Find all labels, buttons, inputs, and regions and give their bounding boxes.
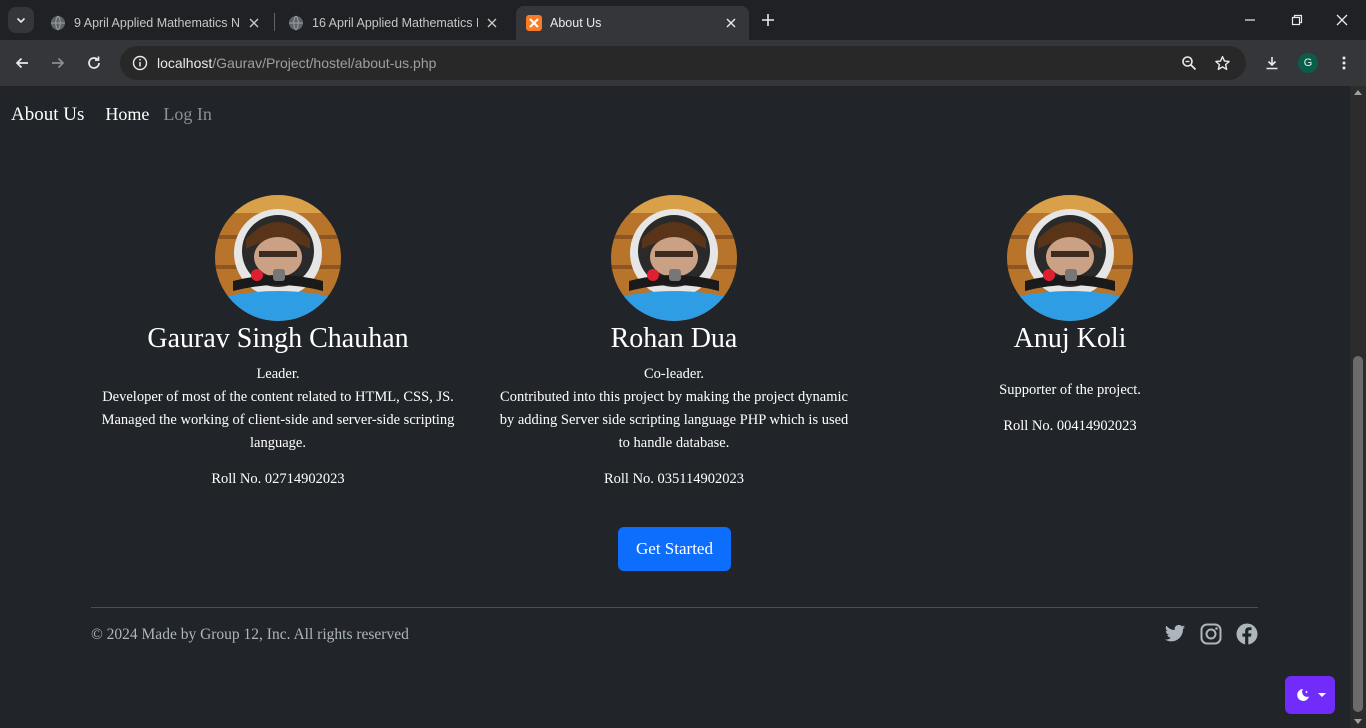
member-photo bbox=[1007, 195, 1133, 321]
footer-divider bbox=[91, 607, 1258, 608]
tab-title: About Us bbox=[550, 16, 602, 30]
member-name: Anuj Koli bbox=[1013, 323, 1127, 354]
tab-title: 16 April Applied Mathematics N bbox=[312, 16, 478, 30]
facebook-icon[interactable] bbox=[1235, 622, 1259, 646]
get-started-button[interactable]: Get Started bbox=[618, 527, 731, 571]
tab-strip: 9 April Applied Mathematics No 16 April … bbox=[0, 0, 1366, 40]
arrow-left-icon bbox=[15, 57, 28, 69]
url-path: /Gaurav/Project/hostel/about-us.php bbox=[212, 55, 437, 71]
team-member-card: Rohan Dua Co-leader. Contributed into th… bbox=[494, 195, 854, 489]
page-content: About Us Home Log In Gaurav Singh Chauha… bbox=[0, 86, 1350, 728]
browser-menu-button[interactable] bbox=[1332, 51, 1356, 75]
instagram-icon[interactable] bbox=[1199, 622, 1223, 646]
member-roll-number: Roll No. 00414902023 bbox=[1003, 418, 1137, 434]
browser-toolbar: localhost/Gaurav/Project/hostel/about-us… bbox=[0, 40, 1366, 86]
member-role: Co-leader. bbox=[644, 366, 704, 382]
navbar-brand[interactable]: About Us bbox=[11, 104, 84, 126]
browser-tab-active[interactable]: About Us bbox=[516, 6, 749, 40]
member-roll-number: Roll No. 02714902023 bbox=[211, 471, 345, 487]
scroll-up-arrow-icon[interactable] bbox=[1354, 90, 1362, 95]
scroll-down-arrow-icon[interactable] bbox=[1354, 719, 1362, 724]
member-contribution: Supporter of the project. bbox=[999, 382, 1141, 398]
theme-toggle-button[interactable] bbox=[1285, 676, 1335, 714]
tab-title: 9 April Applied Mathematics No bbox=[74, 16, 240, 30]
back-button[interactable] bbox=[10, 51, 34, 75]
minimize-button[interactable] bbox=[1238, 8, 1262, 32]
nav-link-home[interactable]: Home bbox=[105, 104, 149, 125]
globe-icon bbox=[289, 15, 303, 31]
tab-separator bbox=[274, 13, 275, 31]
reload-button[interactable] bbox=[82, 51, 106, 75]
team-member-card: Anuj Koli Supporter of the project. Roll… bbox=[890, 195, 1250, 436]
new-tab-button[interactable] bbox=[757, 9, 779, 31]
forward-button[interactable] bbox=[46, 51, 70, 75]
url-host: localhost bbox=[157, 55, 213, 71]
member-photo bbox=[215, 195, 341, 321]
footer-copyright: © 2024 Made by Group 12, Inc. All rights… bbox=[91, 626, 409, 643]
profile-avatar[interactable]: G bbox=[1298, 53, 1318, 73]
browser-tab[interactable]: 9 April Applied Mathematics No bbox=[40, 6, 272, 40]
close-icon bbox=[1336, 14, 1348, 26]
url-text[interactable]: localhost/Gaurav/Project/hostel/about-us… bbox=[157, 55, 436, 71]
close-icon[interactable] bbox=[723, 15, 739, 31]
member-contribution: Contributed into this project by making … bbox=[499, 389, 849, 451]
team-member-card: Gaurav Singh Chauhan Leader. Developer o… bbox=[98, 195, 458, 489]
tab-search-button[interactable] bbox=[8, 7, 34, 33]
member-description: Supporter of the project. bbox=[890, 379, 1250, 402]
twitter-icon[interactable] bbox=[1163, 622, 1187, 646]
member-description: Leader. Developer of most of the content… bbox=[98, 363, 458, 455]
chevron-down-icon bbox=[16, 17, 26, 24]
plus-icon bbox=[762, 14, 774, 26]
member-roll-number: Roll No. 035114902023 bbox=[603, 471, 745, 487]
nav-link-login[interactable]: Log In bbox=[163, 104, 212, 125]
caret-down-icon bbox=[1317, 693, 1326, 697]
bookmark-star-icon[interactable] bbox=[1210, 51, 1234, 75]
member-name: Rohan Dua bbox=[610, 323, 738, 354]
arrow-right-icon bbox=[52, 57, 65, 69]
restore-button[interactable] bbox=[1285, 8, 1309, 32]
member-name: Gaurav Singh Chauhan bbox=[147, 323, 409, 354]
window-close-button[interactable] bbox=[1330, 8, 1354, 32]
restore-icon bbox=[1291, 14, 1303, 26]
xampp-icon bbox=[526, 15, 542, 31]
moon-stars-icon bbox=[1296, 689, 1309, 701]
browser-tab[interactable]: 16 April Applied Mathematics N bbox=[278, 6, 510, 40]
download-icon bbox=[1266, 57, 1278, 70]
scroll-thumb[interactable] bbox=[1353, 356, 1363, 712]
downloads-button[interactable] bbox=[1260, 51, 1284, 75]
reload-icon bbox=[88, 56, 100, 69]
kebab-menu-icon bbox=[1342, 56, 1346, 70]
address-bar[interactable]: localhost/Gaurav/Project/hostel/about-us… bbox=[120, 46, 1246, 80]
minimize-icon bbox=[1245, 19, 1255, 21]
member-description: Co-leader. Contributed into this project… bbox=[494, 363, 854, 455]
close-icon[interactable] bbox=[246, 15, 262, 31]
site-navbar: About Us Home Log In bbox=[11, 104, 226, 126]
member-photo bbox=[611, 195, 737, 321]
member-role: Leader. bbox=[256, 366, 300, 382]
zoom-icon[interactable] bbox=[1177, 51, 1201, 75]
close-icon[interactable] bbox=[484, 15, 500, 31]
member-contribution: Developer of most of the content related… bbox=[101, 389, 455, 451]
site-info-icon[interactable] bbox=[128, 51, 152, 75]
globe-icon bbox=[51, 15, 65, 31]
page-scrollbar[interactable] bbox=[1350, 86, 1366, 728]
